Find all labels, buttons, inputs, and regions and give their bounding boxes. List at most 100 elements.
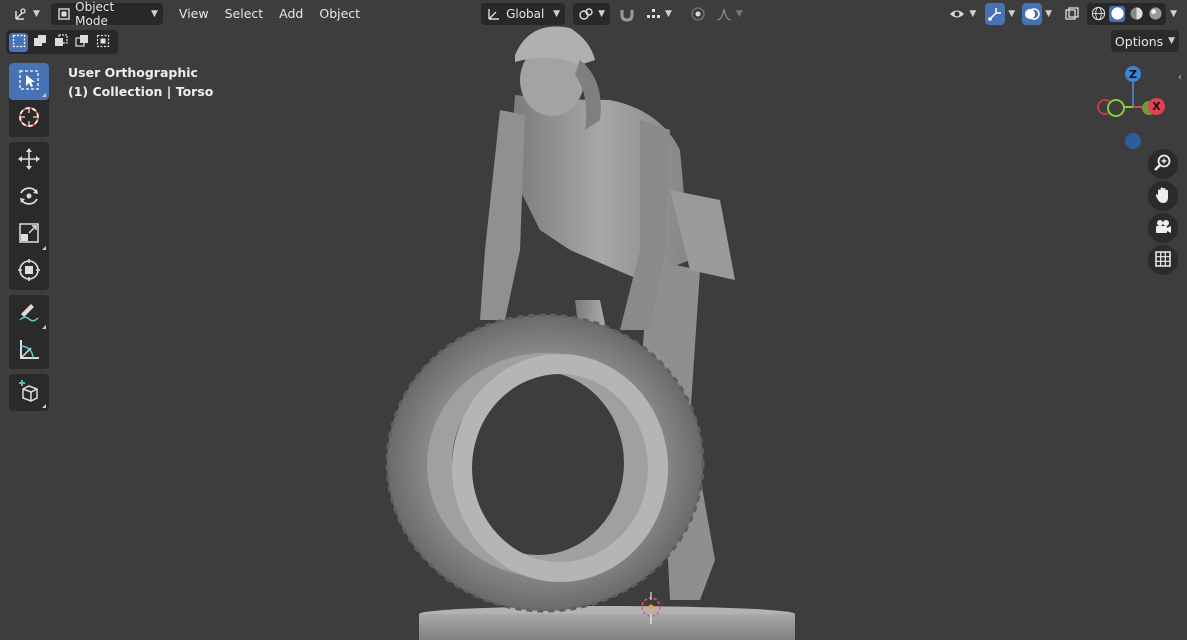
zoom-button[interactable] [1148, 149, 1178, 179]
chevron-down-icon: ▼ [665, 8, 672, 19]
scale-icon [18, 222, 40, 247]
wireframe-shading-icon[interactable] [1090, 6, 1106, 22]
figure-arm-left [480, 110, 525, 320]
measure-tool[interactable] [9, 332, 49, 369]
snap-toggle[interactable] [614, 3, 640, 25]
shading-modes [1087, 2, 1167, 25]
add-cube-icon [17, 379, 41, 406]
annotate-tool[interactable] [9, 295, 49, 332]
gizmo-options[interactable]: ▼ [1005, 3, 1018, 25]
toolbar-transform-group [9, 142, 49, 290]
gizmo-toggle[interactable] [985, 2, 1006, 25]
move-tool[interactable] [9, 142, 49, 179]
snap-increment-icon [645, 6, 661, 22]
camera-icon [1154, 218, 1172, 239]
pivot-point-selector[interactable]: ▼ [573, 2, 610, 25]
xray-toggle[interactable] [1061, 3, 1083, 25]
select-difference-icon [74, 34, 89, 51]
chevron-down-icon: ▼ [1045, 8, 1053, 19]
solid-shading-icon[interactable] [1109, 5, 1126, 22]
menu-select[interactable]: Select [217, 3, 272, 25]
rotate-icon [17, 184, 41, 211]
base-side [419, 614, 795, 640]
z-axis-button[interactable]: Z [1125, 66, 1141, 82]
x-axis-button[interactable]: X [1148, 98, 1165, 115]
orientation-icon [486, 6, 502, 22]
select-difference-button[interactable] [72, 33, 91, 52]
rendered-shading-icon[interactable] [1147, 6, 1163, 22]
grid-icon [1154, 250, 1172, 271]
chevron-down-icon: ▼ [1008, 8, 1016, 19]
toolbar-add-group [9, 374, 49, 411]
view-name: User Orthographic [68, 65, 198, 80]
rotate-tool[interactable] [9, 179, 49, 216]
select-new-icon [12, 34, 26, 51]
overlays-toggle[interactable] [1022, 2, 1043, 25]
magnet-icon [619, 6, 635, 22]
annotate-icon [17, 300, 41, 327]
chevron-down-icon: ▼ [969, 8, 977, 19]
zoom-icon [1154, 154, 1172, 175]
chevron-down-icon: ▼ [553, 8, 561, 19]
perspective-toggle-button[interactable] [1148, 245, 1178, 275]
visibility-selector[interactable]: ▼ [944, 3, 981, 25]
falloff-curve-icon [716, 6, 732, 22]
options-label: Options [1114, 33, 1164, 49]
camera-view-button[interactable] [1148, 213, 1178, 243]
cursor-tool[interactable] [9, 100, 49, 137]
viewport-info: User Orthographic (1) Collection | Torso [68, 63, 213, 101]
chevron-down-icon: ▼ [33, 8, 40, 19]
neg-z-axis-button[interactable] [1125, 133, 1141, 149]
selection-mode-group [6, 30, 118, 54]
overlays-icon [1024, 6, 1040, 22]
shading-options[interactable]: ▼ [1166, 3, 1181, 25]
toolbar-select-group [9, 63, 49, 137]
editor-type-button[interactable]: ▼ [8, 3, 45, 25]
gizmo-icon [987, 6, 1003, 22]
eye-icon [949, 6, 965, 22]
select-box-icon [18, 69, 40, 94]
proportional-edit-toggle[interactable] [685, 3, 711, 25]
editor-type-icon [13, 6, 29, 22]
options-button[interactable]: Options ▼ [1111, 30, 1179, 52]
chevron-down-icon: ▼ [1170, 8, 1177, 19]
menu-object[interactable]: Object [311, 3, 368, 25]
add-cube-tool[interactable] [9, 374, 49, 411]
snap-target-selector[interactable]: ▼ [640, 3, 677, 25]
3d-viewport[interactable]: ▼ Object Mode ▼ View Select Add Object G… [0, 0, 1187, 640]
pan-button[interactable] [1148, 181, 1178, 211]
menu-view[interactable]: View [171, 3, 217, 25]
overlays-options[interactable]: ▼ [1042, 3, 1055, 25]
select-extend-button[interactable] [30, 33, 49, 52]
proportional-falloff-selector[interactable]: ▼ [711, 3, 748, 25]
viewport-header: ▼ Object Mode ▼ View Select Add Object G… [0, 0, 1187, 28]
chevron-down-icon: ▼ [598, 8, 605, 19]
chevron-down-icon: ▼ [1168, 36, 1176, 46]
mode-label: Object Mode [75, 0, 115, 28]
menu-add[interactable]: Add [271, 3, 311, 25]
select-intersect-button[interactable] [93, 33, 112, 52]
proportional-edit-icon [690, 6, 706, 22]
orientation-label: Global [506, 6, 545, 21]
scale-tool[interactable] [9, 216, 49, 253]
toolbar-annotate-group [9, 295, 49, 369]
select-subtract-button[interactable] [51, 33, 70, 52]
y-axis-button[interactable] [1107, 99, 1125, 117]
object-mode-icon [56, 6, 71, 22]
select-new-button[interactable] [9, 32, 28, 52]
move-icon [17, 147, 41, 174]
mode-selector[interactable]: Object Mode ▼ [50, 0, 163, 28]
chevron-down-icon: ▼ [735, 8, 743, 19]
transform-orientation-selector[interactable]: Global ▼ [481, 2, 566, 25]
hand-icon [1154, 186, 1172, 207]
material-shading-icon[interactable] [1128, 6, 1144, 22]
select-extend-icon [33, 34, 47, 51]
select-box-tool[interactable] [9, 63, 49, 100]
collection-info: (1) Collection | Torso [68, 84, 214, 99]
transform-tool[interactable] [9, 253, 49, 290]
xray-icon [1064, 6, 1080, 22]
chevron-down-icon: ▼ [151, 8, 158, 19]
navigation-gizmo[interactable]: Z X [1095, 64, 1179, 152]
pivot-icon [578, 6, 594, 22]
transform-icon [17, 258, 41, 285]
